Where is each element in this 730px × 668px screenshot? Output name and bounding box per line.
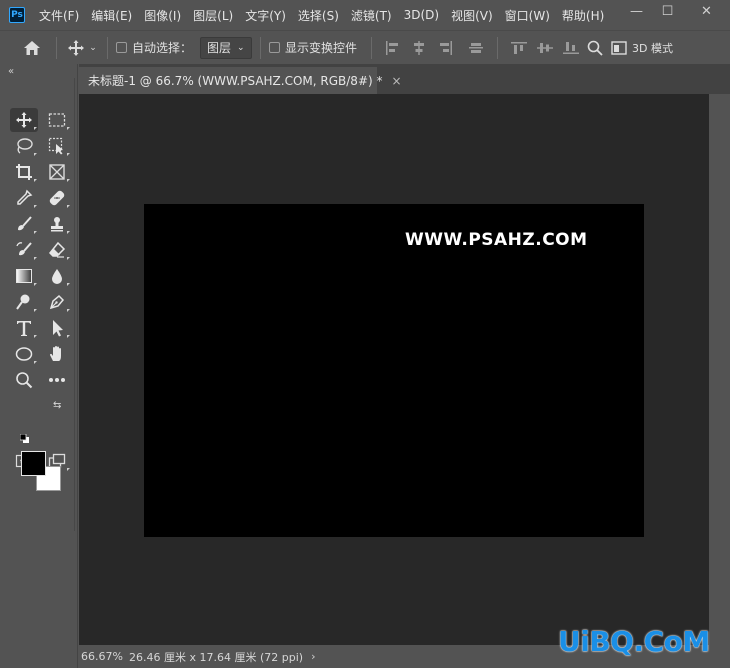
separator [460,37,461,59]
auto-select-option[interactable]: 自动选择： [116,39,192,56]
document-tab-title: 未标题-1 @ 66.7% (WWW.PSAHZ.COM, RGB/8#) * [88,74,383,88]
show-transform-label: 显示变换控件 [285,41,358,55]
menu-window[interactable]: 窗口(W) [505,7,550,24]
align-bottom-icon[interactable] [558,41,584,55]
3d-mode-label: 3D 模式 [632,41,673,55]
auto-select-dropdown[interactable]: 图层 ⌄ [200,36,253,59]
align-middle-icon[interactable] [532,41,558,55]
type-tool-icon[interactable] [10,316,38,340]
workspace-icon[interactable] [606,40,632,55]
healing-brush-tool-icon[interactable] [43,186,71,210]
align-right-icon[interactable] [432,40,458,55]
frame-tool-icon[interactable] [43,160,71,184]
pen-tool-icon[interactable] [43,290,71,314]
toolbar-panel: « ⇆ [0,64,78,668]
separator [497,36,499,59]
document-tab[interactable]: 未标题-1 @ 66.7% (WWW.PSAHZ.COM, RGB/8#) * … [79,67,402,94]
dodge-tool-icon[interactable] [10,290,38,314]
history-brush-tool-icon[interactable] [10,238,38,262]
menu-filter[interactable]: 滤镜(T) [351,7,392,24]
document-canvas[interactable]: WWW.PSAHZ.COM [144,204,644,537]
align-left-icon[interactable] [380,40,406,55]
rectangular-marquee-tool-icon[interactable] [43,108,71,132]
swap-colors-icon[interactable]: ⇆ [53,400,61,411]
distribute-horizontal-icon[interactable] [463,41,489,55]
separator [260,36,262,59]
eraser-tool-icon[interactable] [43,238,71,262]
brush-tool-icon[interactable] [10,212,38,236]
move-tool-preset-icon[interactable] [65,39,87,57]
canvas-text-layer: WWW.PSAHZ.COM [405,230,588,250]
document-tab-bar: 未标题-1 @ 66.7% (WWW.PSAHZ.COM, RGB/8#) * … [79,64,730,94]
close-button[interactable]: ✕ [683,0,730,22]
blur-tool-icon[interactable] [43,264,71,288]
zoom-tool-icon[interactable] [10,368,38,392]
auto-select-label: 自动选择： [132,41,193,55]
status-menu-arrow-icon[interactable]: › [311,650,315,663]
menu-edit[interactable]: 编辑(E) [91,7,132,24]
zoom-level[interactable]: 66.67% [79,650,129,663]
crop-tool-icon[interactable] [10,160,38,184]
more-tools-icon[interactable] [43,368,71,392]
hand-tool-icon[interactable] [43,342,71,366]
maximize-button[interactable]: ☐ [652,0,683,22]
show-transform-checkbox[interactable] [269,42,281,53]
eyedropper-tool-icon[interactable] [10,186,38,210]
canvas-workspace[interactable]: WWW.PSAHZ.COM [79,94,709,645]
foreground-color-swatch[interactable] [21,451,46,476]
clone-stamp-tool-icon[interactable] [43,212,71,236]
default-colors-icon[interactable] [19,432,29,443]
menu-help[interactable]: 帮助(H) [562,7,604,24]
close-tab-icon[interactable]: × [392,74,402,88]
move-tool-icon[interactable] [10,108,38,132]
site-watermark-logo: UiBQ.CoM [558,625,710,658]
align-top-icon[interactable] [506,41,532,55]
menu-3d[interactable]: 3D(D) [404,8,439,22]
document-size: 26.46 厘米 x 17.64 厘米 (72 ppi) [129,650,304,664]
align-center-icon[interactable] [406,40,432,55]
menu-file[interactable]: 文件(F) [39,7,79,24]
auto-select-checkbox[interactable] [116,42,127,53]
gradient-tool-icon[interactable] [10,264,38,288]
menu-type[interactable]: 文字(Y) [245,7,286,24]
search-icon[interactable] [584,40,606,56]
path-selection-tool-icon[interactable] [43,316,71,340]
auto-select-value: 图层 [207,41,232,55]
photoshop-logo: Ps [9,7,25,23]
ellipse-tool-icon[interactable] [10,342,38,366]
chevron-down-icon[interactable]: ⌄ [87,43,99,53]
separator [107,36,108,59]
lasso-tool-icon[interactable] [10,134,38,158]
home-icon[interactable] [16,40,48,56]
menu-layer[interactable]: 图层(L) [193,7,233,24]
menu-view[interactable]: 视图(V) [451,7,493,24]
options-bar: ⌄ 自动选择： 图层 ⌄ 显示变换控件 3D 模式 [0,30,730,64]
vertical-scrollbar[interactable] [709,94,730,645]
show-transform-option[interactable]: 显示变换控件 [269,39,357,56]
object-selection-tool-icon[interactable] [43,134,71,158]
separator [56,36,57,59]
menu-select[interactable]: 选择(S) [298,7,339,24]
menu-image[interactable]: 图像(I) [144,7,181,24]
chevron-down-icon: ⌄ [237,42,245,53]
separator [371,36,373,59]
collapse-panel-icon[interactable]: « [8,66,14,77]
minimize-button[interactable]: — [621,0,652,22]
